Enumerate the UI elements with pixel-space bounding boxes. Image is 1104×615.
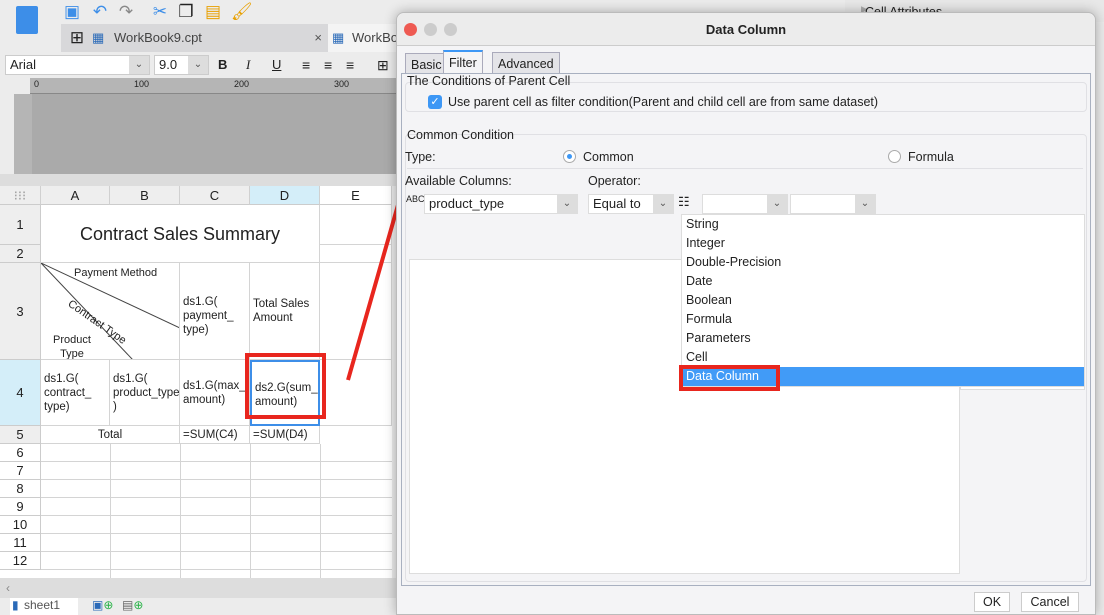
use-parent-checkbox[interactable]: ✓ [428, 95, 442, 109]
option-formula[interactable]: Formula [682, 310, 1084, 329]
column-type-icon: ABC [406, 194, 425, 204]
radio-formula[interactable] [888, 150, 901, 163]
chevron-down-icon: ⌄ [855, 195, 875, 213]
option-parameters[interactable]: Parameters [682, 329, 1084, 348]
value-type-icon[interactable]: ☷ [678, 194, 690, 210]
chevron-down-icon: ⌄ [767, 195, 787, 213]
tab-basic[interactable]: Basic [405, 53, 448, 73]
chevron-down-icon: ⌄ [653, 195, 673, 213]
value-type-dropdown-list[interactable]: String Integer Double-Precision Date Boo… [681, 214, 1085, 387]
chevron-down-icon: ⌄ [557, 195, 577, 213]
cancel-button[interactable]: Cancel [1021, 592, 1079, 612]
tab-filter[interactable]: Filter [443, 50, 483, 74]
operator-select[interactable]: Equal to ⌄ [588, 194, 674, 214]
radio-common[interactable] [563, 150, 576, 163]
option-string[interactable]: String [682, 215, 1084, 234]
value-select[interactable]: ⌄ [790, 194, 876, 214]
value-type-select[interactable]: ⌄ [702, 194, 788, 214]
option-date[interactable]: Date [682, 272, 1084, 291]
filter-panel: The Conditions of Parent Cell ✓ Use pare… [401, 73, 1091, 586]
dialog-title: Data Column [705, 22, 787, 37]
tab-advanced[interactable]: Advanced [492, 52, 560, 73]
option-integer[interactable]: Integer [682, 234, 1084, 253]
data-column-dialog: Data Column Basic Filter Advanced The Co… [396, 12, 1096, 615]
available-columns-select[interactable]: product_type ⌄ [424, 194, 578, 214]
option-boolean[interactable]: Boolean [682, 291, 1084, 310]
option-double-precision[interactable]: Double-Precision [682, 253, 1084, 272]
ok-button[interactable]: OK [974, 592, 1010, 612]
annotation-box-data-column [679, 365, 780, 391]
